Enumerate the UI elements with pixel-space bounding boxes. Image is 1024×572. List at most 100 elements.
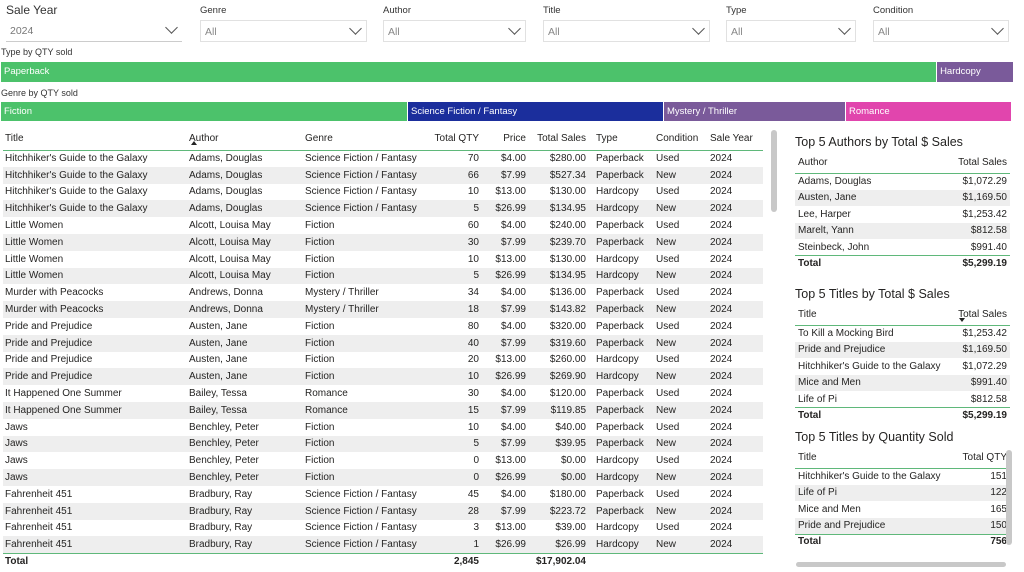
sale-year-dropdown[interactable]: 2024 — [6, 20, 182, 42]
table-row[interactable]: Hitchhiker's Guide to the Galaxy $1,072.2… — [795, 358, 1010, 375]
type-segment-paperback[interactable]: Paperback — [1, 62, 937, 82]
table-row[interactable]: Murder with Peacocks Andrews, Donna Myster… — [3, 284, 763, 301]
side-table-scrollbar[interactable] — [1006, 450, 1012, 545]
chevron-down-icon[interactable] — [991, 22, 1004, 35]
table-row[interactable]: Steinbeck, John $991.40 — [795, 239, 1010, 256]
genre-segment-fiction[interactable]: Fiction — [1, 102, 407, 121]
table-row[interactable]: Fahrenheit 451 Bradbury, Ray Science Ficti… — [3, 520, 763, 537]
table-cell: Paperback — [596, 388, 644, 400]
table-row[interactable]: Jaws Benchley, Peter Fiction 5 $7.99 $39.95 Pa… — [3, 435, 763, 453]
column-header-author[interactable]: Author — [795, 153, 923, 174]
table-scrollbar[interactable] — [771, 130, 777, 212]
table-row[interactable]: Fahrenheit 451 Bradbury, Ray Science Ficti… — [3, 486, 763, 503]
table-cell: 20 — [467, 354, 479, 366]
table-cell: 2024 — [708, 200, 763, 218]
table-row[interactable]: Pride and Prejudice Austen, Jane Fiction 10… — [3, 368, 763, 386]
side-table-horizontal-scrollbar[interactable] — [796, 562, 1006, 567]
segment-label: Mystery / Thriller — [667, 106, 738, 117]
genre-dropdown[interactable]: All — [200, 20, 367, 42]
genre-segment-scifi[interactable]: Science Fiction / Fantasy — [408, 102, 663, 121]
table-cell: $26.99 — [528, 536, 588, 554]
chevron-down-icon[interactable] — [692, 22, 705, 35]
table-cell: Andrews, Donna — [187, 301, 303, 318]
table-cell: 0 — [473, 455, 479, 467]
table-cell: Hitchhiker's Guide to the Galaxy — [5, 186, 148, 198]
table-row[interactable]: Life of Pi 122 — [795, 484, 1010, 501]
type-segment-hardcopy[interactable]: Hardcopy — [937, 62, 1013, 82]
table-row[interactable]: It Happened One Summer Bailey, Tessa Roman… — [3, 401, 763, 419]
column-header-condition[interactable]: Condition — [654, 128, 708, 151]
column-header-genre[interactable]: Genre — [303, 128, 429, 151]
table-cell: Mice and Men — [798, 503, 861, 515]
column-header-type[interactable]: Type — [588, 128, 654, 151]
table-cell: Bradbury, Ray — [189, 522, 253, 534]
table-row[interactable]: Marelt, Yann $812.58 — [795, 222, 1010, 239]
table-row[interactable]: Mice and Men $991.40 — [795, 374, 1010, 391]
table-row[interactable]: Hitchhiker's Guide to the Galaxy Adams, D… — [3, 200, 763, 218]
table-row[interactable]: Adams, Douglas $1,072.29 — [795, 173, 1010, 190]
author-dropdown[interactable]: All — [383, 20, 526, 42]
table-body: Hitchhiker's Guide to the Galaxy Adams, D… — [3, 150, 763, 554]
table-row[interactable]: Pride and Prejudice $1,169.50 — [795, 341, 1010, 358]
table-row[interactable]: Little Women Alcott, Louisa May Fiction 60 $… — [3, 217, 763, 234]
table-cell: $26.99 — [481, 469, 528, 486]
table-row[interactable]: Hitchhiker's Guide to the Galaxy 151 — [795, 468, 1010, 485]
table-cell: Paperback — [596, 153, 644, 165]
table-cell: $136.00 — [549, 287, 586, 299]
table-row[interactable]: Hitchhiker's Guide to the Galaxy Adams, D… — [3, 184, 763, 201]
table-cell: $812.58 — [970, 393, 1007, 405]
table-row[interactable]: Fahrenheit 451 Bradbury, Ray Science Ficti… — [3, 502, 763, 520]
column-header-total-sales[interactable]: Total Sales — [951, 305, 1010, 326]
table-row[interactable]: Pride and Prejudice 150 — [795, 517, 1010, 534]
column-header-author[interactable]: Author — [187, 128, 303, 151]
table-cell: 10 — [467, 186, 479, 198]
chevron-down-icon[interactable] — [838, 22, 851, 35]
column-header-title[interactable]: Title — [795, 305, 952, 326]
table-row[interactable]: Pride and Prejudice Austen, Jane Fiction 20… — [3, 352, 763, 369]
table-row[interactable]: Austen, Jane $1,169.50 — [795, 189, 1010, 206]
column-header-title[interactable]: Title — [3, 128, 187, 151]
table-row[interactable]: Jaws Benchley, Peter Fiction 10 $4.00 $40.00 P… — [3, 419, 763, 436]
table-row[interactable]: Lee, Harper $1,253.42 — [795, 206, 1010, 223]
table-cell: $7.99 — [481, 334, 528, 352]
table-cell: $143.82 — [528, 301, 588, 318]
table-cell: Fiction — [305, 253, 335, 265]
table-row[interactable]: Little Women Alcott, Louisa May Fiction 30 $… — [3, 233, 763, 251]
segment-label: Paperback — [4, 66, 50, 77]
chevron-down-icon[interactable] — [508, 22, 521, 35]
table-row[interactable]: Hitchhiker's Guide to the Galaxy Adams, D… — [3, 166, 763, 184]
table-row[interactable]: Hitchhiker's Guide to the Galaxy Adams, D… — [3, 150, 763, 167]
table-row[interactable]: Fahrenheit 451 Bradbury, Ray Science Ficti… — [3, 536, 763, 554]
table-cell: $1,169.50 — [922, 189, 1010, 206]
table-row[interactable]: Little Women Alcott, Louisa May Fiction 10 $… — [3, 251, 763, 268]
table-row[interactable]: To Kill a Mocking Bird $1,253.42 — [795, 325, 1010, 342]
column-header-sale-year[interactable]: Sale Year — [708, 128, 763, 151]
table-row[interactable]: Pride and Prejudice Austen, Jane Fiction 40… — [3, 334, 763, 352]
table-cell: Hardcopy — [596, 522, 639, 534]
table-cell: Mystery / Thriller — [305, 287, 379, 299]
column-header-total-sales[interactable]: Total Sales — [528, 128, 588, 151]
table-cell: $280.00 — [549, 153, 586, 165]
chevron-down-icon[interactable] — [165, 21, 178, 34]
table-row[interactable]: Mice and Men 165 — [795, 501, 1010, 518]
table-row[interactable]: Jaws Benchley, Peter Fiction 0 $26.99 $0.00 Ha… — [3, 469, 763, 486]
table-row[interactable]: Pride and Prejudice Austen, Jane Fiction 80… — [3, 318, 763, 335]
column-header-price[interactable]: Price — [481, 128, 528, 151]
genre-segment-mystery[interactable]: Mystery / Thriller — [664, 102, 845, 121]
column-header-total-sales[interactable]: Total Sales — [922, 153, 1010, 174]
table-row[interactable]: Jaws Benchley, Peter Fiction 0 $13.00 $0.00 Ha… — [3, 452, 763, 469]
title-dropdown[interactable]: All — [543, 20, 710, 42]
condition-dropdown[interactable]: All — [873, 20, 1009, 42]
genre-segment-romance[interactable]: Romance — [846, 102, 1011, 121]
table-row[interactable]: It Happened One Summer Bailey, Tessa Roman… — [3, 385, 763, 402]
column-header-total-qty[interactable]: Total QTY — [429, 128, 481, 151]
table-cell: Used — [656, 421, 680, 433]
type-dropdown[interactable]: All — [726, 20, 856, 42]
table-row[interactable]: Murder with Peacocks Andrews, Donna Myster… — [3, 301, 763, 318]
column-header-title[interactable]: Title — [795, 448, 956, 469]
table-row[interactable]: Little Women Alcott, Louisa May Fiction 5 $2… — [3, 267, 763, 285]
chevron-down-icon[interactable] — [349, 22, 362, 35]
column-header-total-qty[interactable]: Total QTY — [955, 448, 1010, 469]
table-cell: Hardcopy — [588, 536, 654, 554]
table-row[interactable]: Life of Pi $812.58 — [795, 391, 1010, 408]
